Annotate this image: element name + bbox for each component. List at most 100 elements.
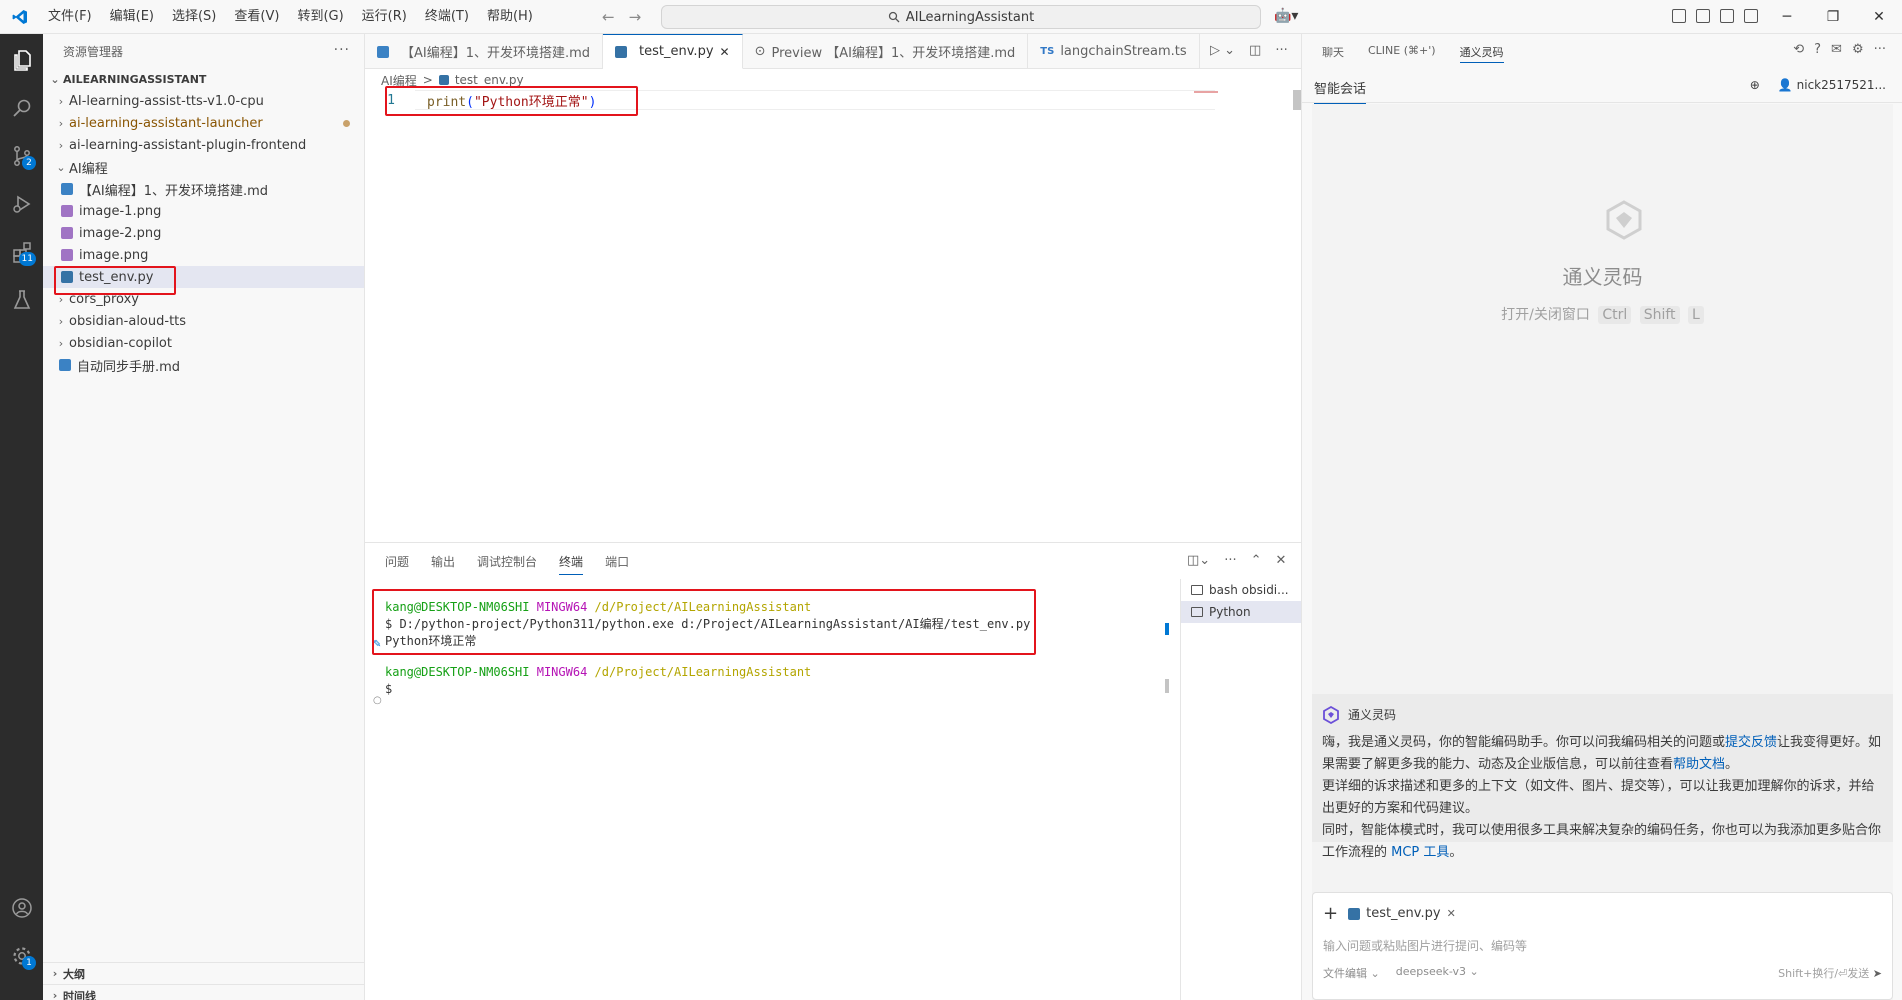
tab-terminal[interactable]: 终端 xyxy=(559,553,584,575)
breadcrumb-folder[interactable]: AI编程 xyxy=(381,72,417,89)
help-icon[interactable]: ? xyxy=(1814,42,1821,57)
user-account[interactable]: 👤 nick2517521... xyxy=(1778,78,1886,92)
more-icon[interactable]: ··· xyxy=(1874,42,1886,57)
model-label: deepseek-v3 xyxy=(1395,965,1467,978)
split-terminal-icon[interactable]: ◫⌄ xyxy=(1187,553,1210,568)
explorer-icon[interactable] xyxy=(0,38,43,82)
split-editor-icon[interactable]: ◫ xyxy=(1249,43,1261,58)
mcp-tools-link[interactable]: MCP 工具 xyxy=(1391,845,1449,860)
tree-file-image[interactable]: image.png xyxy=(43,244,364,266)
toggle-primary-sidebar-icon[interactable] xyxy=(1696,9,1710,23)
workspace-root[interactable]: ⌄ AILEARNINGASSISTANT xyxy=(43,68,364,90)
tab-ports[interactable]: 端口 xyxy=(605,553,629,575)
feedback-icon[interactable]: ✉ xyxy=(1831,42,1842,57)
tab-cline[interactable]: CLINE (⌘+') xyxy=(1368,44,1436,63)
restore-icon[interactable]: ❐ xyxy=(1810,0,1856,34)
menu-go[interactable]: 转到(G) xyxy=(289,0,351,34)
tab-lingma[interactable]: 通义灵码 xyxy=(1459,44,1504,63)
timeline-section[interactable]: › 时间线 xyxy=(43,984,364,1000)
lingma-avatar-icon xyxy=(1323,706,1339,724)
forward-arrow-icon[interactable]: → xyxy=(629,8,642,26)
send-hint[interactable]: Shift+换行/⏎发送 ➤ xyxy=(1778,965,1882,981)
tree-folder-copilot[interactable]: › obsidian-copilot xyxy=(43,332,364,354)
tree-file-test-env[interactable]: test_env.py xyxy=(43,266,364,288)
history-icon[interactable]: ⟲ xyxy=(1793,42,1804,57)
maximize-panel-icon[interactable]: ⌃ xyxy=(1251,553,1262,568)
tree-folder-tts[interactable]: › AI-learning-assist-tts-v1.0-cpu xyxy=(43,90,364,112)
chevron-right-icon: › xyxy=(58,336,64,350)
chat-input-box: + test_env.py ✕ 输入问题或粘贴图片进行提问、编码等 文件编辑 ⌄… xyxy=(1312,892,1893,1000)
tree-folder-aloud-tts[interactable]: › obsidian-aloud-tts xyxy=(43,310,364,332)
tab-markdown[interactable]: 【AI编程】1、开发环境搭建.md xyxy=(365,34,604,69)
new-session-icon[interactable]: ⊕ xyxy=(1750,78,1760,92)
menu-selection[interactable]: 选择(S) xyxy=(164,0,224,34)
tree-label: obsidian-aloud-tts xyxy=(69,313,187,329)
add-context-icon[interactable]: + xyxy=(1323,903,1338,924)
help-doc-link[interactable]: 帮助文档 xyxy=(1673,757,1725,772)
mode-select[interactable]: 文件编辑 ⌄ xyxy=(1323,965,1380,981)
tree-folder-launcher[interactable]: › ai-learning-assistant-launcher xyxy=(43,112,364,134)
tab-preview[interactable]: ⊙ Preview 【AI编程】1、开发环境搭建.md xyxy=(743,34,1029,69)
tab-debug-console[interactable]: 调试控制台 xyxy=(477,553,537,575)
run-file-icon[interactable]: ▷ ⌄ xyxy=(1210,43,1235,58)
run-debug-icon[interactable] xyxy=(0,182,43,226)
feedback-link[interactable]: 提交反馈 xyxy=(1725,735,1777,750)
source-control-icon[interactable]: 2 xyxy=(0,134,43,178)
tab-problems[interactable]: 问题 xyxy=(385,553,409,575)
tab-langchain[interactable]: TS langchainStream.ts xyxy=(1028,34,1200,69)
tab-test-env[interactable]: test_env.py ✕ xyxy=(603,34,743,69)
outline-section[interactable]: › 大纲 xyxy=(43,962,364,984)
minimize-icon[interactable]: ─ xyxy=(1764,0,1810,34)
copilot-icon[interactable]: 🤖▾ xyxy=(1274,8,1298,24)
tab-chat[interactable]: 聊天 xyxy=(1322,44,1344,63)
extensions-icon[interactable]: 11 xyxy=(0,230,43,274)
terminal-output[interactable]: kang@DESKTOP-NM06SHI MINGW64 /d/Project/… xyxy=(385,599,1165,698)
testing-icon[interactable] xyxy=(0,278,43,322)
tree-file-image-2[interactable]: image-2.png xyxy=(43,222,364,244)
tree-file-md[interactable]: 【AI编程】1、开发环境搭建.md xyxy=(43,178,364,200)
more-actions-icon[interactable]: ··· xyxy=(1275,43,1287,58)
terminal-item-python[interactable]: Python xyxy=(1181,601,1301,623)
menu-help[interactable]: 帮助(H) xyxy=(479,0,541,34)
command-center-search[interactable]: AILearningAssistant xyxy=(661,5,1261,29)
code-editor[interactable]: 1 print("Python环境正常") xyxy=(365,90,1301,542)
tab-output[interactable]: 输出 xyxy=(431,553,455,575)
tree-label: ai-learning-assistant-plugin-frontend xyxy=(69,137,307,153)
close-tab-icon[interactable]: ✕ xyxy=(720,45,730,59)
remove-context-icon[interactable]: ✕ xyxy=(1447,907,1456,920)
tree-folder-cors-proxy[interactable]: › cors_proxy xyxy=(43,288,364,310)
settings-gear-icon[interactable]: 1 xyxy=(0,934,43,978)
back-arrow-icon[interactable]: ← xyxy=(602,8,615,26)
menu-run[interactable]: 运行(R) xyxy=(354,0,415,34)
terminal-icon xyxy=(1191,585,1203,595)
menu-terminal[interactable]: 终端(T) xyxy=(417,0,477,34)
chevron-right-icon: › xyxy=(52,967,58,980)
account-icon[interactable] xyxy=(0,886,43,930)
chat-input[interactable]: 输入问题或粘贴图片进行提问、编码等 xyxy=(1323,937,1527,954)
terminal-more-icon[interactable]: ··· xyxy=(1224,553,1236,568)
toggle-secondary-sidebar-icon[interactable] xyxy=(1744,9,1758,23)
close-panel-icon[interactable]: ✕ xyxy=(1276,553,1287,568)
tree-folder-plugin-frontend[interactable]: › ai-learning-assistant-plugin-frontend xyxy=(43,134,364,156)
session-title[interactable]: 智能会话 xyxy=(1314,78,1367,105)
breadcrumb-file[interactable]: test_env.py xyxy=(455,73,524,87)
menu-view[interactable]: 查看(V) xyxy=(226,0,287,34)
tree-label: obsidian-copilot xyxy=(69,335,172,351)
toggle-panel-icon[interactable] xyxy=(1720,9,1734,23)
terminal-scrollbar[interactable] xyxy=(1165,679,1169,693)
search-activity-icon[interactable] xyxy=(0,86,43,130)
close-window-icon[interactable]: ✕ xyxy=(1856,0,1902,34)
editor-scrollbar[interactable] xyxy=(1293,90,1301,110)
terminal-item-bash[interactable]: bash obsidi... xyxy=(1181,579,1301,601)
menu-file[interactable]: 文件(F) xyxy=(40,0,100,34)
menu-edit[interactable]: 编辑(E) xyxy=(102,0,162,34)
model-select[interactable]: deepseek-v3 ⌄ xyxy=(1396,965,1479,981)
tree-file-sync-manual[interactable]: 自动同步手册.md xyxy=(43,354,364,376)
tree-folder-ai-programming[interactable]: ⌄ AI编程 xyxy=(43,156,364,178)
minimap[interactable] xyxy=(1194,91,1218,93)
settings-icon[interactable]: ⚙ xyxy=(1852,42,1864,57)
tree-file-image-1[interactable]: image-1.png xyxy=(43,200,364,222)
tree-label: ai-learning-assistant-launcher xyxy=(69,115,263,131)
toggle-layout-icon[interactable] xyxy=(1672,9,1686,23)
explorer-more-icon[interactable]: ··· xyxy=(334,42,350,58)
